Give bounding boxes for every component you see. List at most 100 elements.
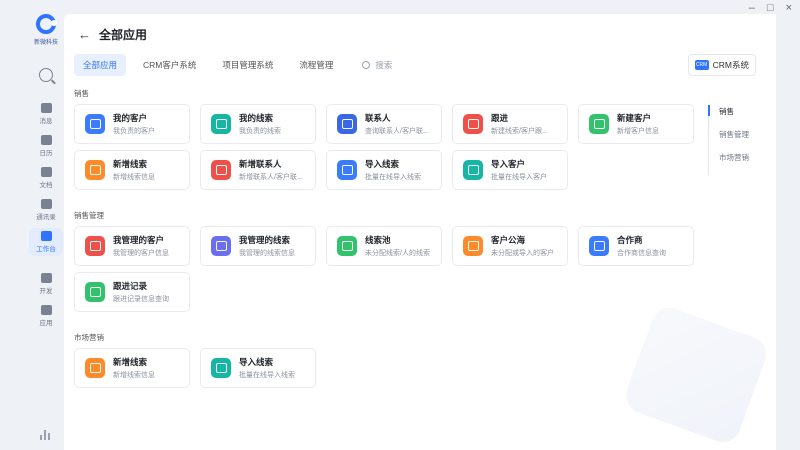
app-card[interactable]: 线索池 未分配线索/人的线索 — [326, 226, 442, 266]
app-description: 我管理的线索信息 — [239, 250, 295, 257]
app-name: 跟进记录 — [113, 281, 148, 291]
app-description: 批量在线导入线索 — [239, 372, 295, 379]
rail-item-label: 开发 — [39, 288, 53, 295]
app-name: 我管理的线索 — [239, 235, 291, 245]
rail-item-label: 消息 — [39, 118, 53, 125]
app-icon — [85, 236, 105, 256]
app-card-text: 新建客户 新增客户信息 — [617, 112, 693, 136]
app-card[interactable]: 导入线索批量在线导入线索 — [326, 150, 442, 190]
app-description: 新增线索信息 — [113, 372, 155, 379]
app-name: 新增联系人 — [239, 159, 282, 169]
app-card[interactable]: 合作商 合作商信息查询 — [578, 226, 694, 266]
crm-system-button[interactable]: CRM CRM系统 — [687, 54, 756, 76]
rail-item-6[interactable]: 应用 — [29, 302, 63, 330]
app-card[interactable]: 新建客户 新增客户信息 — [578, 104, 694, 144]
app-card[interactable]: 我的线索 我负责的线索 — [200, 104, 316, 144]
category-tabs: 全部应用 CRM客户系统 项目管理系统 流程管理 搜索 — [74, 54, 392, 76]
app-description: 新增联系人/客户联... — [239, 174, 303, 181]
back-arrow-icon[interactable]: ← — [78, 27, 91, 42]
search-placeholder: 搜索 — [375, 60, 393, 70]
search-icon — [362, 61, 371, 69]
anchor-nav-item[interactable]: 销售 — [708, 105, 749, 117]
rail-item-0[interactable]: 消息 — [29, 100, 63, 128]
tab-2[interactable]: 项目管理系统 — [213, 54, 282, 76]
app-card[interactable]: 新增联系人新增联系人/客户联... — [200, 150, 316, 190]
app-icon — [337, 236, 357, 256]
rail-item-3[interactable]: 通讯录 — [29, 196, 63, 224]
app-card[interactable]: 我管理的客户 我管理的客户信息 — [74, 226, 190, 266]
app-card[interactable]: 我管理的线索 我管理的线索信息 — [200, 226, 316, 266]
contacts-icon — [40, 199, 52, 209]
rail-item-2[interactable]: 文档 — [29, 164, 63, 192]
app-card[interactable]: 跟进记录 跟进记录信息查询 — [74, 272, 190, 312]
rail-item-1[interactable]: 日历 — [29, 132, 63, 160]
app-card[interactable]: 客户公海 未分配或导入的客户 — [452, 226, 568, 266]
app-card-text: 我管理的线索 我管理的线索信息 — [239, 234, 315, 258]
app-icon — [463, 114, 483, 134]
tab-0[interactable]: 全部应用 — [74, 54, 127, 76]
maximize-button[interactable]: □ — [767, 2, 774, 14]
app-card[interactable]: 导入客户 批量在线导入客户 — [452, 150, 568, 190]
app-icon — [85, 114, 105, 134]
message-icon — [40, 103, 52, 113]
app-name: 新增线索 — [113, 159, 148, 169]
section-title: 销售管理 — [74, 211, 104, 220]
app-card[interactable]: 跟进新建线索/客户跟... — [452, 104, 568, 144]
app-description: 我管理的客户信息 — [113, 250, 169, 257]
app-card[interactable]: 导入线索批量在线导入线索 — [200, 348, 316, 388]
app-name: 导入客户 — [491, 159, 526, 169]
app-name: 我管理的客户 — [113, 235, 165, 245]
rail-item-label: 文档 — [39, 182, 53, 189]
section-title: 销售 — [74, 89, 89, 98]
rail-item-label: 工作台 — [36, 246, 56, 253]
app-description: 新建线索/客户跟... — [491, 128, 548, 135]
logo-icon — [35, 14, 57, 34]
app-card-text: 新增联系人新增联系人/客户联... — [239, 158, 315, 182]
close-button[interactable]: × — [786, 2, 792, 14]
rail-item-label: 日历 — [39, 150, 53, 157]
minimize-button[interactable]: – — [749, 2, 755, 14]
left-rail: 新微科技 消息日历文档通讯录工作台开发应用 — [28, 8, 64, 450]
app-icon — [211, 160, 231, 180]
app-name: 导入线索 — [365, 159, 400, 169]
rail-item-label: 通讯录 — [36, 214, 56, 221]
app-description: 新增线索信息 — [113, 174, 155, 181]
anchor-nav-item[interactable]: 市场营销 — [719, 152, 749, 163]
app-card[interactable]: 联系人 查询联系人/客户联... — [326, 104, 442, 144]
rail-item-5[interactable]: 开发 — [29, 270, 63, 298]
rail-item-4[interactable]: 工作台 — [29, 228, 63, 256]
app-description: 新增客户信息 — [617, 128, 659, 135]
app-name: 跟进 — [491, 113, 509, 123]
app-description: 批量在线导入线索 — [365, 174, 421, 181]
tab-3[interactable]: 流程管理 — [290, 54, 342, 76]
app-icon — [85, 282, 105, 302]
tab-search[interactable]: 搜索 — [362, 59, 392, 71]
crm-badge-icon: CRM — [694, 60, 709, 70]
search-icon[interactable] — [39, 68, 53, 82]
rail-nav: 消息日历文档通讯录工作台开发应用 — [29, 96, 63, 330]
app-name: 导入线索 — [239, 357, 274, 367]
app-card-text: 我的客户 我负责的客户 — [113, 112, 189, 136]
app-card[interactable]: 新增线索新增线索信息 — [74, 150, 190, 190]
app-card[interactable]: 我的客户 我负责的客户 — [74, 104, 190, 144]
stats-icon[interactable] — [40, 430, 52, 440]
app-icon — [589, 236, 609, 256]
anchor-nav-item[interactable]: 销售管理 — [719, 129, 749, 140]
app-name: 新增线索 — [113, 357, 148, 367]
document-icon — [40, 167, 52, 177]
main-panel: ← 全部应用 全部应用 CRM客户系统 项目管理系统 流程管理 搜索 CRM CRM系统… — [64, 14, 776, 450]
tab-1[interactable]: CRM客户系统 — [134, 54, 205, 76]
app-description: 我负责的线索 — [239, 128, 281, 135]
page-title: 全部应用 — [99, 28, 148, 42]
app-icon — [211, 114, 231, 134]
app-icon — [463, 236, 483, 256]
section-title: 市场营销 — [74, 333, 104, 342]
app-card-text: 新增线索新增线索信息 — [113, 356, 189, 380]
brand-logo[interactable]: 新微科技 — [34, 14, 58, 46]
app-name: 客户公海 — [491, 235, 526, 245]
app-card-text: 我的线索 我负责的线索 — [239, 112, 315, 136]
app-card-text: 合作商 合作商信息查询 — [617, 234, 693, 258]
header: ← 全部应用 — [78, 26, 147, 43]
app-card[interactable]: 新增线索新增线索信息 — [74, 348, 190, 388]
rail-item-label: 应用 — [39, 320, 53, 327]
